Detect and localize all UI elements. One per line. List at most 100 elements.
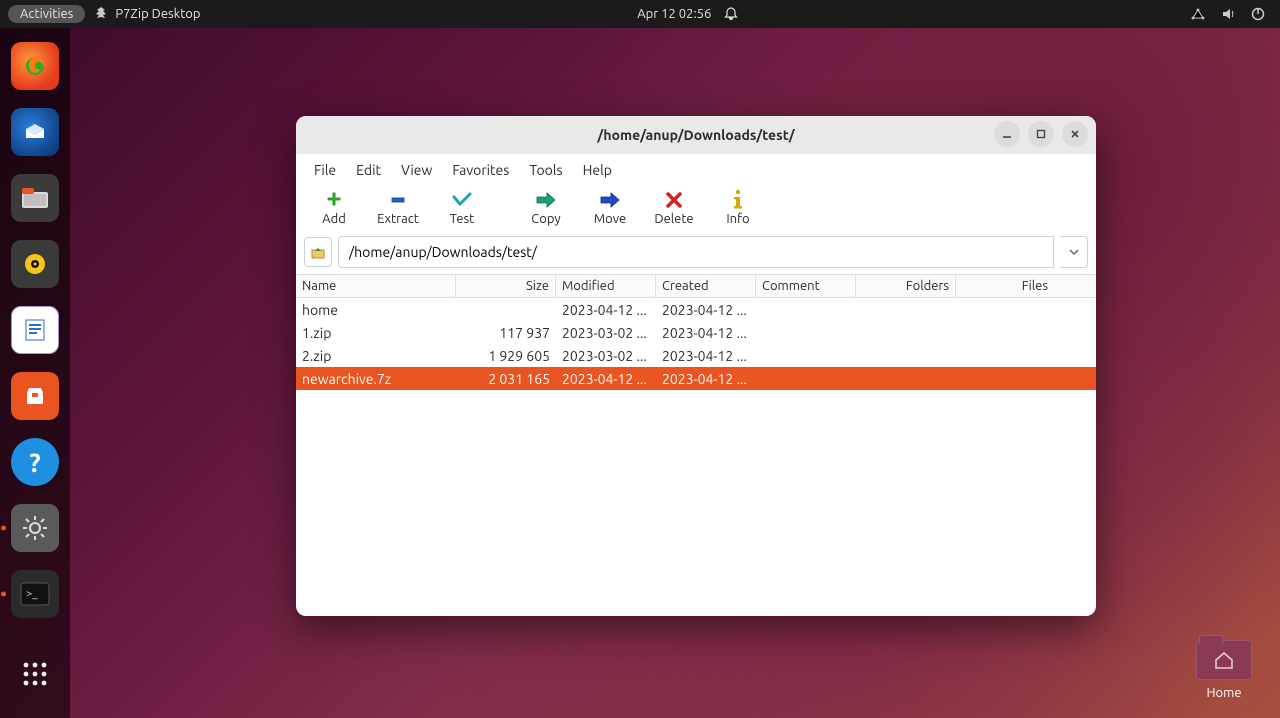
window-title: /home/anup/Downloads/test/ [597, 127, 794, 143]
activities-button[interactable]: Activities [8, 5, 85, 23]
toolbar-info-label: Info [726, 212, 749, 226]
cell-created: 2023-04-12 ... [656, 347, 756, 365]
cell-size [456, 309, 556, 311]
p7zip-icon [93, 6, 109, 22]
menu-view[interactable]: View [391, 158, 442, 182]
cell-size: 117 937 [456, 324, 556, 342]
window-minimize-button[interactable] [994, 121, 1020, 147]
volume-icon[interactable] [1220, 6, 1236, 22]
cell-name: home [296, 301, 456, 319]
dock-show-applications[interactable] [11, 650, 59, 698]
dock-firefox[interactable] [11, 42, 59, 90]
dock-thunderbird[interactable] [11, 108, 59, 156]
menu-favorites[interactable]: Favorites [442, 158, 519, 182]
table-row[interactable]: newarchive.7z2 031 1652023-04-12 ...2023… [296, 367, 1096, 390]
toolbar-add[interactable]: Add [302, 186, 366, 226]
folder-up-icon [310, 244, 326, 260]
cell-files [956, 378, 1054, 380]
x-icon [665, 188, 683, 212]
column-files[interactable]: Files [956, 275, 1054, 297]
network-icon[interactable] [1190, 6, 1206, 22]
desktop-home-label: Home [1196, 686, 1252, 700]
dock-help[interactable]: ? [11, 438, 59, 486]
plus-icon [324, 188, 344, 212]
active-app-indicator[interactable]: P7Zip Desktop [93, 6, 200, 22]
dock-settings[interactable] [11, 504, 59, 552]
cell-created: 2023-04-12 ... [656, 301, 756, 319]
cell-name: 2.zip [296, 347, 456, 365]
dock-files[interactable] [11, 174, 59, 222]
cell-comment [756, 355, 856, 357]
toolbar-info[interactable]: Info [706, 186, 770, 226]
dock: ? >_ [0, 28, 70, 718]
dock-terminal[interactable]: >_ [11, 570, 59, 618]
toolbar-move[interactable]: Move [578, 186, 642, 226]
path-bar [296, 232, 1096, 274]
cell-files [956, 309, 1054, 311]
power-icon[interactable] [1250, 6, 1266, 22]
dock-libreoffice-writer[interactable] [11, 306, 59, 354]
menu-file[interactable]: File [304, 158, 346, 182]
window-maximize-button[interactable] [1028, 121, 1054, 147]
arrow-right-blue-icon [599, 188, 621, 212]
window-close-button[interactable] [1062, 121, 1088, 147]
toolbar-extract-label: Extract [377, 212, 419, 226]
cell-modified: 2023-03-02 ... [556, 347, 656, 365]
cell-files [956, 332, 1054, 334]
column-headers: Name Size Modified Created Comment Folde… [296, 274, 1096, 298]
notifications-icon[interactable] [723, 6, 739, 22]
cell-size: 1 929 605 [456, 347, 556, 365]
menu-edit[interactable]: Edit [346, 158, 391, 182]
svg-text:>_: >_ [26, 588, 38, 600]
table-row[interactable]: home 2023-04-12 ...2023-04-12 ... [296, 298, 1096, 321]
file-list[interactable]: Name Size Modified Created Comment Folde… [296, 274, 1096, 616]
column-folders[interactable]: Folders [856, 275, 956, 297]
column-modified[interactable]: Modified [556, 275, 656, 297]
toolbar-test[interactable]: Test [430, 186, 494, 226]
info-icon [730, 188, 746, 212]
cell-name: newarchive.7z [296, 370, 456, 388]
cell-modified: 2023-04-12 ... [556, 370, 656, 388]
top-bar: Activities P7Zip Desktop Apr 12 02:56 [0, 0, 1280, 28]
toolbar-copy-label: Copy [531, 212, 560, 226]
toolbar-copy[interactable]: Copy [514, 186, 578, 226]
minus-icon [388, 188, 408, 212]
cell-modified: 2023-03-02 ... [556, 324, 656, 342]
cell-name: 1.zip [296, 324, 456, 342]
arrow-right-green-icon [535, 188, 557, 212]
toolbar-delete[interactable]: Delete [642, 186, 706, 226]
menu-tools[interactable]: Tools [519, 158, 572, 182]
p7zip-window: /home/anup/Downloads/test/ File Edit Vie… [296, 116, 1096, 616]
toolbar-delete-label: Delete [654, 212, 693, 226]
toolbar-extract[interactable]: Extract [366, 186, 430, 226]
cell-created: 2023-04-12 ... [656, 370, 756, 388]
toolbar-move-label: Move [594, 212, 626, 226]
path-input[interactable] [338, 236, 1054, 268]
menu-bar: File Edit View Favorites Tools Help [296, 154, 1096, 184]
cell-folders [856, 378, 956, 380]
dock-rhythmbox[interactable] [11, 240, 59, 288]
toolbar-add-label: Add [322, 212, 346, 226]
cell-folders [856, 355, 956, 357]
path-history-button[interactable] [1060, 236, 1088, 268]
column-comment[interactable]: Comment [756, 275, 856, 297]
desktop-home-folder[interactable]: Home [1196, 640, 1252, 700]
column-created[interactable]: Created [656, 275, 756, 297]
clock[interactable]: Apr 12 02:56 [637, 7, 711, 21]
cell-created: 2023-04-12 ... [656, 324, 756, 342]
cell-comment [756, 378, 856, 380]
column-name[interactable]: Name [296, 275, 456, 297]
cell-folders [856, 309, 956, 311]
dock-software[interactable] [11, 372, 59, 420]
table-row[interactable]: 2.zip1 929 6052023-03-02 ...2023-04-12 .… [296, 344, 1096, 367]
cell-comment [756, 332, 856, 334]
menu-help[interactable]: Help [573, 158, 622, 182]
window-titlebar[interactable]: /home/anup/Downloads/test/ [296, 116, 1096, 154]
chevron-down-icon [1069, 247, 1079, 257]
go-up-button[interactable] [304, 237, 332, 267]
toolbar-test-label: Test [450, 212, 475, 226]
cell-modified: 2023-04-12 ... [556, 301, 656, 319]
table-row[interactable]: 1.zip117 9372023-03-02 ...2023-04-12 ... [296, 321, 1096, 344]
system-tray [1190, 6, 1266, 22]
column-size[interactable]: Size [456, 275, 556, 297]
